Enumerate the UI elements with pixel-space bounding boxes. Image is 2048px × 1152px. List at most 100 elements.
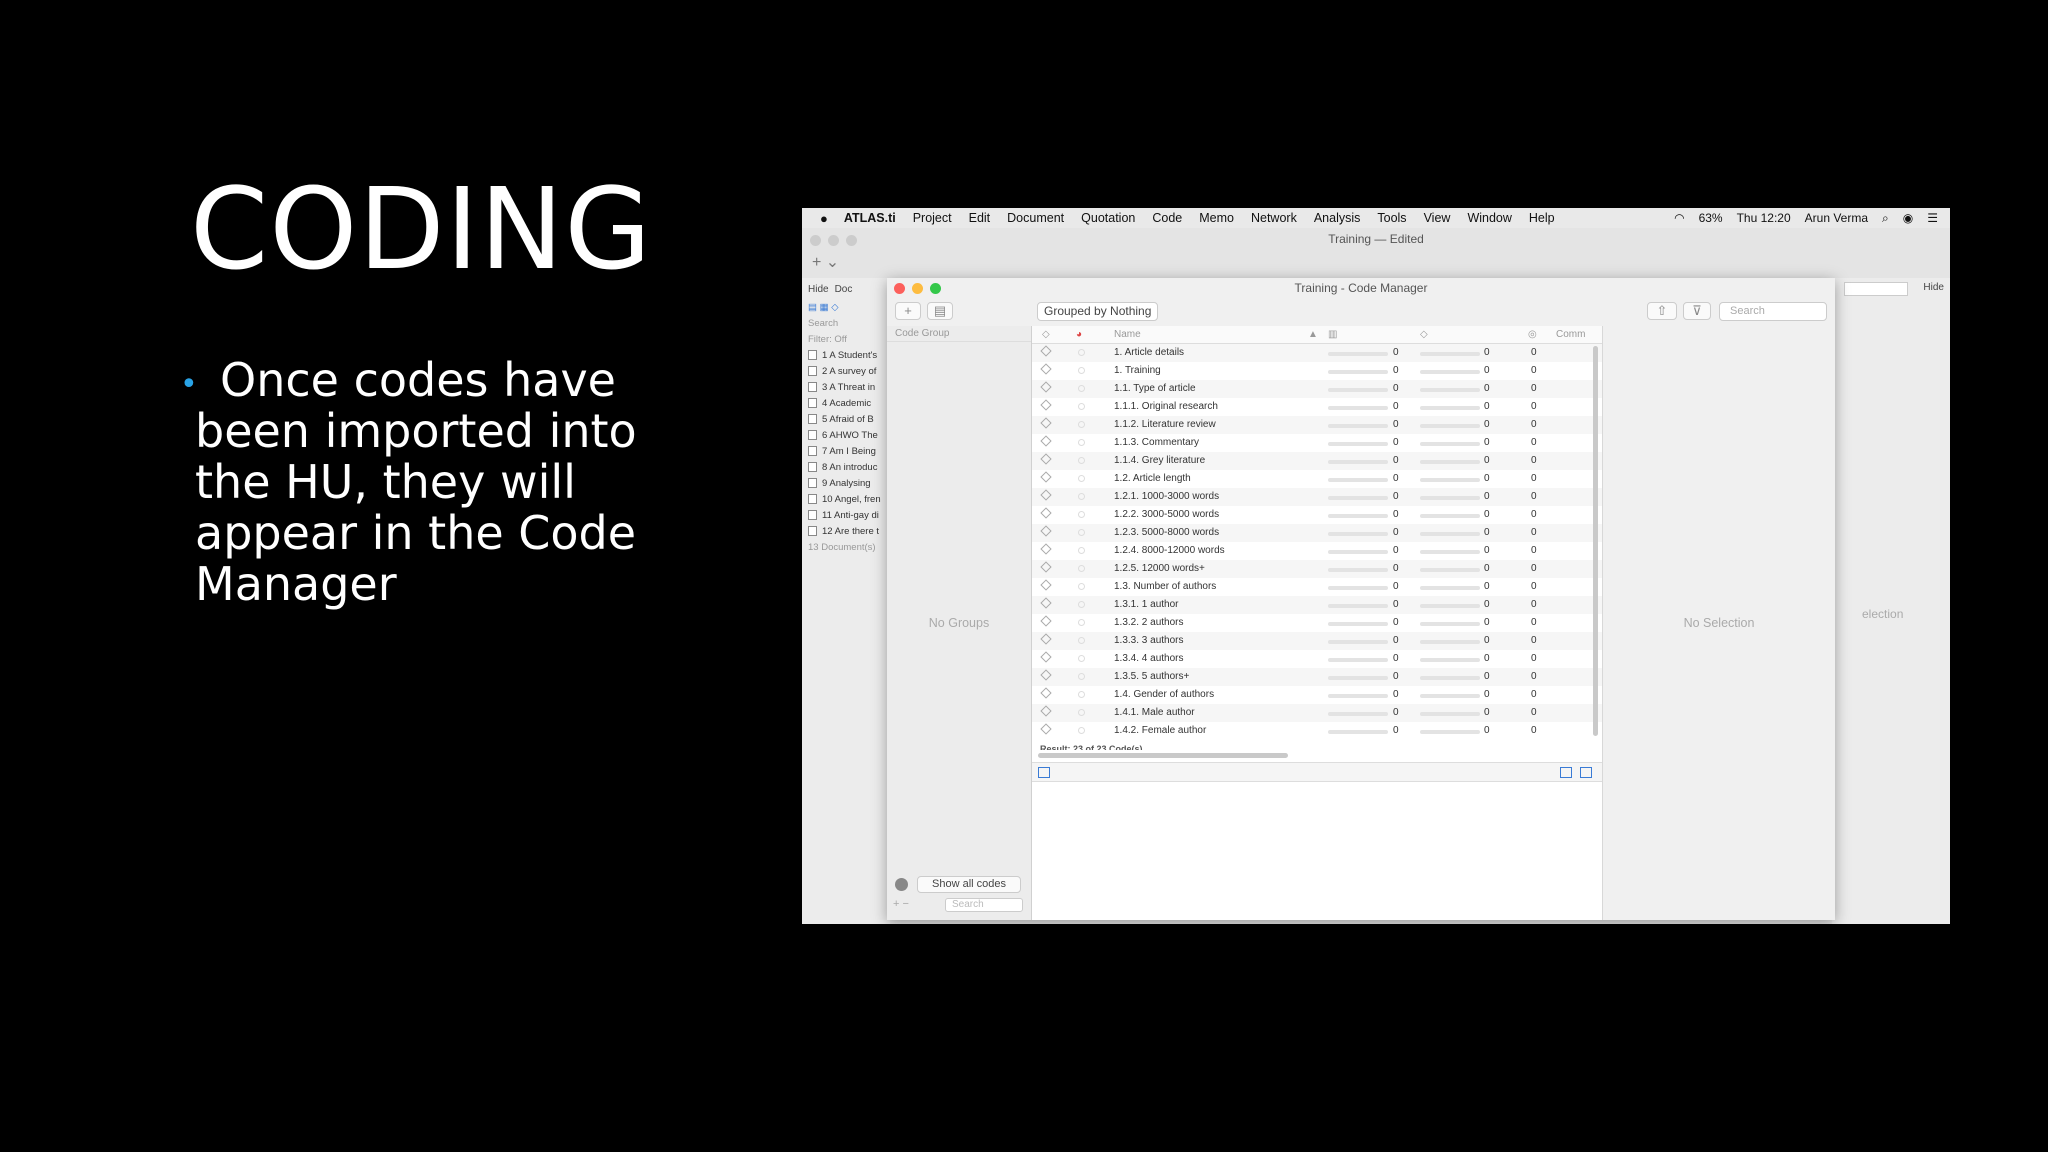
siri-icon[interactable]: ◉: [1903, 211, 1913, 225]
color-column-icon[interactable]: ◕: [1076, 329, 1082, 340]
code-row[interactable]: 1.1. Type of article 0 0 0: [1032, 380, 1602, 398]
menu-tools[interactable]: Tools: [1377, 211, 1406, 225]
menu-help[interactable]: Help: [1529, 211, 1555, 225]
show-all-codes-button[interactable]: Show all codes: [917, 876, 1021, 893]
code-row[interactable]: 1. Training 0 0 0: [1032, 362, 1602, 380]
wifi-icon[interactable]: ◠: [1674, 211, 1684, 225]
doc-minimize-button[interactable]: [828, 235, 839, 246]
sidebar-view-icons[interactable]: ▤ ▦ ◇: [802, 300, 890, 316]
inspector-field[interactable]: [1844, 282, 1908, 296]
code-row[interactable]: 1.4.2. Female author 0 0 0: [1032, 722, 1602, 740]
type-column-icon[interactable]: ◇: [1042, 329, 1050, 340]
menu-edit[interactable]: Edit: [969, 211, 991, 225]
groups-value: 0: [1531, 581, 1537, 592]
code-row[interactable]: 1.1.2. Literature review 0 0 0: [1032, 416, 1602, 434]
density-column-icon[interactable]: ◇: [1420, 329, 1428, 340]
clock[interactable]: Thu 12:20: [1737, 211, 1791, 225]
code-row[interactable]: 1.2.3. 5000-8000 words 0 0 0: [1032, 524, 1602, 542]
code-search-input[interactable]: Search: [1719, 302, 1827, 321]
code-row[interactable]: 1.4. Gender of authors 0 0 0: [1032, 686, 1602, 704]
groups-search-input[interactable]: Search: [945, 898, 1023, 912]
code-row[interactable]: 1.4.1. Male author 0 0 0: [1032, 704, 1602, 722]
spotlight-icon[interactable]: ⌕: [1882, 211, 1889, 226]
code-color-dot: [1078, 511, 1085, 518]
menu-view[interactable]: View: [1424, 211, 1451, 225]
close-button[interactable]: [894, 283, 905, 294]
code-row[interactable]: 1.2. Article length 0 0 0: [1032, 470, 1602, 488]
code-row[interactable]: 1.3.4. 4 authors 0 0 0: [1032, 650, 1602, 668]
grounded-column-icon[interactable]: ▥: [1328, 329, 1337, 340]
right-panel-icon[interactable]: [1580, 767, 1592, 778]
hide-right-button[interactable]: Hide: [1923, 282, 1944, 293]
code-row[interactable]: 1.3.5. 5 authors+ 0 0 0: [1032, 668, 1602, 686]
density-bar: [1420, 424, 1480, 428]
apple-menu-icon[interactable]: ●: [820, 211, 828, 226]
menu-quotation[interactable]: Quotation: [1081, 211, 1135, 225]
add-code-button[interactable]: +: [895, 302, 921, 320]
zoom-button[interactable]: [930, 283, 941, 294]
filter-icon[interactable]: ⊽: [1683, 302, 1711, 320]
document-item[interactable]: 6 AHWO The: [802, 428, 890, 444]
document-item[interactable]: 11 Anti-gay di: [802, 508, 890, 524]
grouped-by-select[interactable]: Grouped by Nothing: [1037, 302, 1159, 321]
density-value: 0: [1484, 707, 1490, 718]
user-name[interactable]: Arun Verma: [1805, 211, 1868, 225]
document-item[interactable]: 9 Analysing: [802, 476, 890, 492]
document-item[interactable]: 1 A Student's: [802, 348, 890, 364]
sort-ascending-icon[interactable]: ▲: [1308, 329, 1318, 340]
notification-center-icon[interactable]: ☰: [1927, 211, 1938, 225]
code-row[interactable]: 1.1.1. Original research 0 0 0: [1032, 398, 1602, 416]
vertical-scrollbar[interactable]: [1593, 346, 1598, 736]
code-row[interactable]: 1.2.1. 1000-3000 words 0 0 0: [1032, 488, 1602, 506]
code-row[interactable]: 1.3. Number of authors 0 0 0: [1032, 578, 1602, 596]
sidebar-toggle-icon[interactable]: [1038, 767, 1050, 778]
sidebar-search[interactable]: Search: [802, 316, 890, 332]
group-add-remove-icon[interactable]: + −: [893, 898, 909, 910]
document-item[interactable]: 7 Am I Being: [802, 444, 890, 460]
minimize-button[interactable]: [912, 283, 923, 294]
document-item[interactable]: 4 Academic: [802, 396, 890, 412]
code-row[interactable]: 1.3.2. 2 authors 0 0 0: [1032, 614, 1602, 632]
menu-document[interactable]: Document: [1007, 211, 1064, 225]
code-row[interactable]: 1.1.3. Commentary 0 0 0: [1032, 434, 1602, 452]
code-row[interactable]: 1.2.5. 12000 words+ 0 0 0: [1032, 560, 1602, 578]
code-diamond-icon: [1040, 651, 1052, 663]
document-item[interactable]: 10 Angel, fren: [802, 492, 890, 508]
code-row[interactable]: 1. Article details 0 0 0: [1032, 344, 1602, 362]
code-row[interactable]: 1.3.3. 3 authors 0 0 0: [1032, 632, 1602, 650]
menu-network[interactable]: Network: [1251, 211, 1297, 225]
document-item[interactable]: 5 Afraid of B: [802, 412, 890, 428]
code-row[interactable]: 1.1.4. Grey literature 0 0 0: [1032, 452, 1602, 470]
menu-app-name[interactable]: ATLAS.ti: [844, 211, 896, 225]
code-row[interactable]: 1.2.4. 8000-12000 words 0 0 0: [1032, 542, 1602, 560]
name-column-header[interactable]: Name: [1114, 329, 1141, 340]
doc-tab[interactable]: Doc: [835, 284, 853, 295]
groups-column-icon[interactable]: ◎: [1528, 329, 1537, 340]
bottom-panel-icon[interactable]: [1560, 767, 1572, 778]
menu-project[interactable]: Project: [913, 211, 952, 225]
menu-code[interactable]: Code: [1152, 211, 1182, 225]
menu-window[interactable]: Window: [1467, 211, 1511, 225]
document-item[interactable]: 8 An introduc: [802, 460, 890, 476]
horizontal-scrollbar[interactable]: [1038, 753, 1288, 758]
share-icon[interactable]: ⇧: [1647, 302, 1677, 320]
comment-column-header[interactable]: Comm: [1556, 329, 1585, 340]
document-item[interactable]: 3 A Threat in: [802, 380, 890, 396]
code-group-header[interactable]: Code Group: [887, 326, 1031, 342]
density-value: 0: [1484, 671, 1490, 682]
code-row[interactable]: 1.3.1. 1 author 0 0 0: [1032, 596, 1602, 614]
new-document-plus-icon[interactable]: + ⌄: [812, 252, 839, 272]
doc-zoom-button[interactable]: [846, 235, 857, 246]
density-bar: [1420, 478, 1480, 482]
menu-memo[interactable]: Memo: [1199, 211, 1234, 225]
hide-left-button[interactable]: Hide: [808, 284, 829, 295]
code-row[interactable]: 1.2.2. 3000-5000 words 0 0 0: [1032, 506, 1602, 524]
code-name: 1.2.2. 3000-5000 words: [1114, 509, 1220, 520]
document-item[interactable]: 12 Are there t: [802, 524, 890, 540]
menu-analysis[interactable]: Analysis: [1314, 211, 1361, 225]
battery-status[interactable]: 63%: [1699, 211, 1723, 225]
delete-icon[interactable]: ▤: [927, 302, 953, 320]
document-item[interactable]: 2 A survey of: [802, 364, 890, 380]
doc-close-button[interactable]: [810, 235, 821, 246]
groups-value: 0: [1531, 383, 1537, 394]
